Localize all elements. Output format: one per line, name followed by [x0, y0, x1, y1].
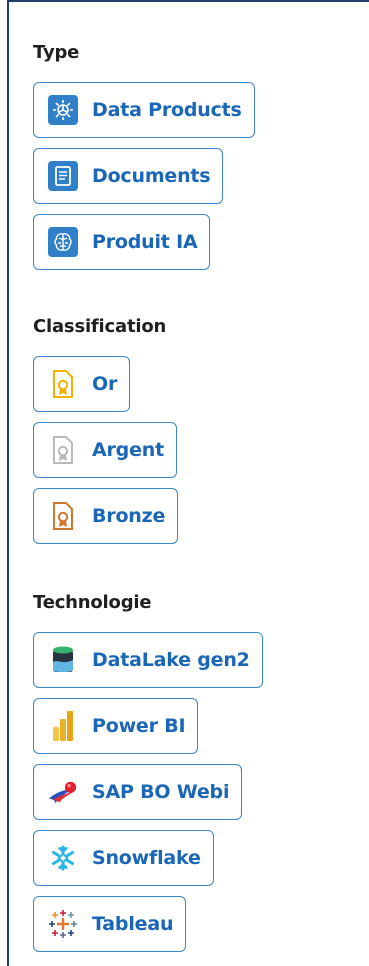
filter-chip-label: Bronze [92, 505, 166, 527]
section-title-technologie: Technologie [33, 592, 152, 613]
filter-chip-label: Argent [92, 439, 164, 461]
section-title-type: Type [33, 42, 80, 63]
filter-chip-power-bi[interactable]: Power BI [33, 698, 199, 754]
filter-chip-data-products[interactable]: Data Products [33, 82, 255, 138]
filter-chip-snowflake[interactable]: Snowflake [33, 830, 214, 886]
filter-chip-label: Data Products [92, 99, 242, 121]
section-title-classification: Classification [33, 316, 167, 337]
sap-bo-webi-icon [48, 777, 78, 807]
filter-chip-bronze[interactable]: Bronze [33, 488, 179, 544]
snowflake-icon [48, 843, 78, 873]
silver-certificate-icon [48, 435, 78, 465]
filter-chip-label: SAP BO Webi [92, 781, 230, 803]
filter-chip-label: Produit IA [92, 231, 198, 253]
filter-chip-label: DataLake gen2 [92, 649, 250, 671]
filter-chip-or[interactable]: Or [33, 356, 131, 412]
filter-chip-produit-ia[interactable]: Produit IA [33, 214, 211, 270]
filter-chip-label: Documents [92, 165, 211, 187]
filter-chip-sap-bo-webi[interactable]: SAP BO Webi [33, 764, 243, 820]
filter-chip-argent[interactable]: Argent [33, 422, 177, 478]
filter-chip-datalake-gen2[interactable]: DataLake gen2 [33, 632, 263, 688]
gold-certificate-icon [48, 369, 78, 399]
filter-chip-label: Snowflake [92, 847, 201, 869]
data-products-icon [48, 95, 78, 125]
power-bi-icon [48, 711, 78, 741]
document-icon [48, 161, 78, 191]
filter-chip-documents[interactable]: Documents [33, 148, 224, 204]
filter-chip-label: Tableau [92, 913, 174, 935]
ai-brain-icon [48, 227, 78, 257]
tableau-icon [48, 909, 78, 939]
datalake-icon [48, 645, 78, 675]
filter-chip-label: Power BI [92, 715, 186, 737]
filter-chip-tableau[interactable]: Tableau [33, 896, 187, 952]
filter-panel: Type Data Products Documents Produit IA … [7, 0, 369, 966]
bronze-certificate-icon [48, 501, 78, 531]
filter-chip-label: Or [92, 373, 118, 395]
